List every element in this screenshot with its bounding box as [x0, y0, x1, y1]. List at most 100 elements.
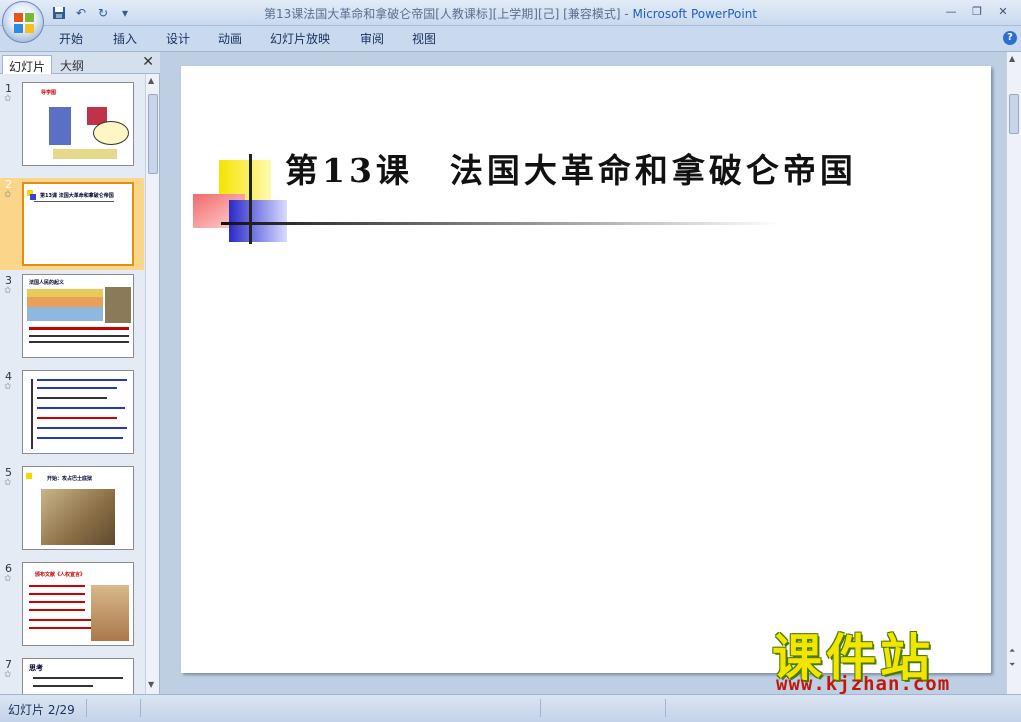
- thumbnail-text-line: [29, 593, 85, 595]
- watermark-url: www.kjzhan.com: [776, 673, 951, 695]
- slide-thumbnail-3[interactable]: 3 ✩ 法国人民的起义: [0, 274, 144, 366]
- slide-title[interactable]: 第13课 法国大革命和拿破仑帝国: [285, 144, 857, 192]
- scroll-up-icon[interactable]: ▲: [1009, 54, 1015, 63]
- animation-star-icon: ✩: [4, 478, 12, 488]
- animation-star-icon: ✩: [4, 94, 12, 104]
- animation-star-icon: ✩: [4, 670, 12, 680]
- status-divider: [86, 699, 87, 717]
- scroll-down-icon[interactable]: ▼: [148, 680, 154, 689]
- thumbnail-preview: 第13课 法国大革命和拿破仑帝国: [22, 182, 134, 266]
- scrollbar-thumb[interactable]: [148, 94, 158, 174]
- thumbnail-scrollbar[interactable]: ▲ ▼: [145, 74, 159, 694]
- thumbnail-band: [27, 289, 103, 297]
- thumbnail-preview: 颁布文献《人权宣言》: [22, 562, 134, 646]
- animation-star-icon: ✩: [4, 286, 12, 296]
- thumbnail-preview: 思考: [22, 658, 134, 694]
- help-icon[interactable]: ?: [1003, 31, 1017, 45]
- close-icon[interactable]: ✕: [991, 2, 1015, 20]
- slide-thumbnail-7[interactable]: 7 ✩ 思考: [0, 658, 144, 694]
- tab-slides[interactable]: 幻灯片: [2, 55, 53, 74]
- status-divider: [140, 699, 141, 717]
- slide-scrollbar[interactable]: ▲ ⏶ ⏷: [1006, 52, 1021, 694]
- status-bar: 幻灯片 2/29: [0, 694, 1021, 722]
- thumbnail-caption: 颁布文献《人权宣言》: [35, 572, 86, 578]
- tab-design[interactable]: 设计: [166, 30, 190, 47]
- thumbnail-deco: [26, 473, 32, 479]
- slides-pane: 幻灯片 大纲 ✕ 1 ✩ 导学图 2 ✩ 第13课 法国大革命和拿破仑帝国 3 …: [0, 52, 160, 694]
- tab-review[interactable]: 审阅: [360, 30, 384, 47]
- pane-close-icon[interactable]: ✕: [142, 54, 154, 70]
- animation-star-icon: ✩: [4, 574, 12, 584]
- thumbnail-text-line: [33, 685, 93, 687]
- slide-thumbnail-2[interactable]: 2 ✩ 第13课 法国大革命和拿破仑帝国: [0, 178, 144, 270]
- window-controls: — ❐ ✕: [939, 2, 1015, 20]
- thumbnail-picture: [91, 585, 129, 641]
- slide-thumbnail-6[interactable]: 6 ✩ 颁布文献《人权宣言》: [0, 562, 144, 654]
- thumbnail-preview: 开始：攻占巴士底狱: [22, 466, 134, 550]
- title-bar: ↶ ↻ ▾ 第13课法国大革命和拿破仑帝国[人教课标][上学期][己] [兼容模…: [0, 0, 1021, 26]
- office-button[interactable]: [2, 1, 44, 43]
- tab-animations[interactable]: 动画: [218, 30, 242, 47]
- thumbnail-list: 1 ✩ 导学图 2 ✩ 第13课 法国大革命和拿破仑帝国 3 ✩ 法国人民的起义…: [0, 74, 144, 694]
- restore-icon[interactable]: ❐: [965, 2, 989, 20]
- animation-star-icon: ✩: [4, 382, 12, 392]
- thumbnail-box: [53, 149, 117, 159]
- document-name: 第13课法国大革命和拿破仑帝国[人教课标][上学期][己] [兼容模式]: [263, 7, 621, 21]
- minimize-icon[interactable]: —: [939, 2, 963, 20]
- thumbnail-caption: 开始：攻占巴士底狱: [47, 476, 93, 482]
- scrollbar-thumb[interactable]: [1009, 94, 1019, 134]
- thumbnail-deco: [30, 194, 36, 200]
- thumbnail-bubble: [93, 121, 129, 145]
- thumbnail-caption: 法国人民的起义: [29, 280, 65, 286]
- thumbnail-text-line: [37, 387, 117, 389]
- slide-editor: 第13课 法国大革命和拿破仑帝国: [161, 52, 1006, 694]
- tab-slideshow[interactable]: 幻灯片放映: [270, 30, 330, 47]
- thumbnail-text-line: [29, 335, 129, 337]
- thumbnail-caption: 导学图: [41, 90, 57, 96]
- title-underline: [221, 222, 781, 225]
- next-slide-icon[interactable]: ⏷: [1009, 660, 1015, 670]
- pane-tabs: 幻灯片 大纲 ✕: [0, 52, 160, 74]
- watermark: 课件站 www.kjzhan.com: [770, 618, 1002, 698]
- window-title: 第13课法国大革命和拿破仑帝国[人教课标][上学期][己] [兼容模式] - M…: [0, 5, 1021, 22]
- tab-home[interactable]: 开始: [59, 30, 83, 47]
- thumbnail-text-line: [37, 407, 125, 409]
- slide-thumbnail-5[interactable]: 5 ✩ 开始：攻占巴士底狱: [0, 466, 144, 558]
- app-name: Microsoft PowerPoint: [632, 7, 758, 21]
- thumbnail-preview: [22, 370, 134, 454]
- thumbnail-bar: [49, 107, 71, 145]
- thumbnail-band: [27, 297, 103, 307]
- thumbnail-bracket: [31, 379, 33, 449]
- status-divider: [665, 699, 666, 717]
- ribbon-tabs: 开始 插入 设计 动画 幻灯片放映 审阅 视图 ?: [0, 26, 1021, 52]
- animation-star-icon: ✩: [4, 190, 12, 200]
- thumbnail-text-line: [37, 379, 127, 381]
- thumbnail-picture: [105, 287, 131, 323]
- office-logo-icon: [14, 13, 34, 33]
- thumbnail-text-line: [33, 677, 123, 679]
- thumbnail-picture: [41, 489, 115, 545]
- tab-outline[interactable]: 大纲: [54, 55, 90, 74]
- status-divider: [540, 699, 541, 717]
- slide-canvas[interactable]: 第13课 法国大革命和拿破仑帝国: [181, 66, 991, 673]
- thumbnail-text-line: [37, 417, 117, 419]
- tab-insert[interactable]: 插入: [113, 30, 137, 47]
- thumbnail-line: [34, 201, 114, 202]
- thumbnail-text-line: [37, 437, 123, 439]
- thumbnail-text-line: [29, 327, 129, 330]
- thumbnail-caption: 第13课 法国大革命和拿破仑帝国: [40, 193, 114, 199]
- thumbnail-text-line: [29, 609, 85, 611]
- slide-thumbnail-4[interactable]: 4 ✩: [0, 370, 144, 462]
- thumbnail-preview: 导学图: [22, 82, 134, 166]
- vertical-line: [249, 154, 252, 244]
- thumbnail-text-line: [37, 427, 127, 429]
- thumbnail-preview: 法国人民的起义: [22, 274, 134, 358]
- tab-view[interactable]: 视图: [412, 30, 436, 47]
- blue-square: [229, 200, 287, 242]
- slide-thumbnail-1[interactable]: 1 ✩ 导学图: [0, 82, 144, 174]
- thumbnail-band: [27, 307, 103, 321]
- thumbnail-text-line: [29, 601, 85, 603]
- previous-slide-icon[interactable]: ⏶: [1009, 646, 1015, 656]
- scroll-up-icon[interactable]: ▲: [148, 76, 154, 85]
- thumbnail-caption: 思考: [29, 664, 43, 672]
